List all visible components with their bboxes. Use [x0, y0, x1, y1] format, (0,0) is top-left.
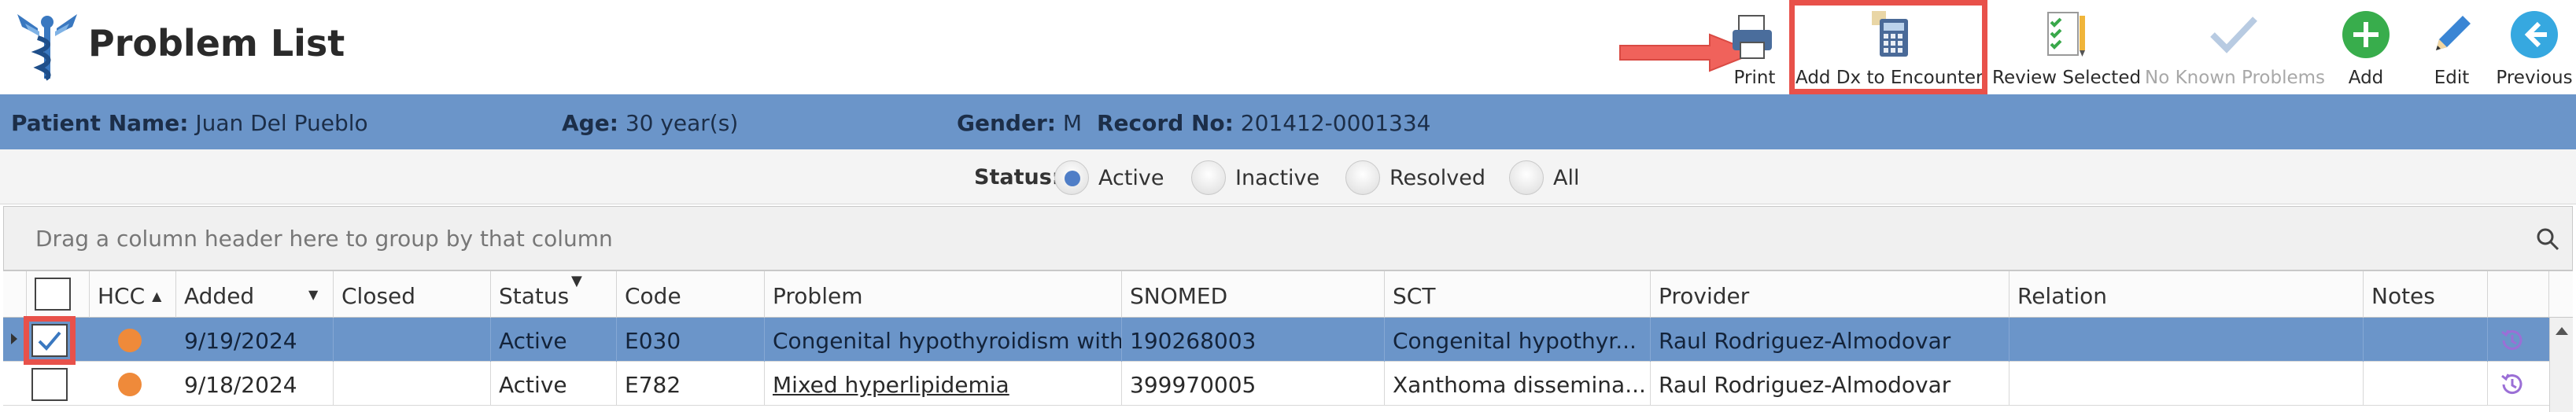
search-icon[interactable] [2534, 226, 2561, 252]
cell-added: 9/19/2024 [176, 318, 334, 362]
patient-name: Patient Name: Juan Del Pueblo [11, 110, 368, 136]
arrow-left-icon [2511, 11, 2558, 58]
select-all-checkbox[interactable] [35, 278, 71, 311]
grid-header: HCC ▲ Added ▼ Closed Status ▼ Code Probl… [3, 270, 2573, 318]
header-problem[interactable]: Problem [765, 271, 1122, 318]
history-icon[interactable] [2499, 371, 2526, 398]
cell-snomed: 190268003 [1122, 318, 1385, 362]
patient-info-bar: Patient Name: Juan Del Pueblo Age: 30 ye… [0, 94, 2576, 149]
print-button[interactable]: Print [1715, 3, 1794, 91]
hcc-indicator-icon [118, 373, 142, 396]
cell-code: E782 [617, 362, 765, 406]
header-code[interactable]: Code [617, 271, 765, 318]
cell-snomed: 399970005 [1122, 362, 1385, 406]
header-notes[interactable]: Notes [2364, 271, 2488, 318]
header-history [2488, 271, 2549, 318]
page-title: Problem List [88, 22, 345, 64]
header-indicator-col [3, 271, 27, 318]
group-by-panel[interactable]: Drag a column header here to group by th… [3, 206, 2573, 270]
plus-icon [2342, 11, 2390, 58]
history-icon[interactable] [2499, 327, 2526, 354]
cell-notes [2364, 362, 2488, 406]
scroll-up-icon[interactable] [2556, 327, 2568, 335]
header-provider[interactable]: Provider [1651, 271, 2010, 318]
cell-notes [2364, 318, 2488, 362]
cell-sct: Congenital hypothyr... [1385, 318, 1651, 362]
vertical-scrollbar[interactable] [2549, 318, 2573, 412]
status-filter-row: Status: Active Inactive Resolved All [0, 149, 2576, 204]
checkmark-icon [2210, 17, 2257, 53]
no-known-problems-button[interactable]: No Known Problems [2145, 3, 2325, 91]
patient-gender: Gender: M [957, 110, 1083, 136]
cell-closed [334, 318, 491, 362]
cell-sct: Xanthoma dissemina... [1385, 362, 1651, 406]
edit-button[interactable]: Edit [2415, 3, 2488, 91]
sort-asc-icon: ▲ [152, 289, 162, 303]
header-status[interactable]: Status ▼ [491, 271, 617, 318]
table-row[interactable]: 9/19/2024 Active E030 Congenital hypothy… [3, 316, 2573, 365]
filter-icon[interactable]: ▼ [571, 273, 582, 289]
patient-age: Age: 30 year(s) [562, 110, 739, 136]
annotation-highlight-box [1789, 0, 1987, 94]
radio-selected-dot [1065, 171, 1080, 186]
cell-status: Active [491, 362, 617, 406]
cell-code: E030 [617, 318, 765, 362]
header-sct[interactable]: SCT [1385, 271, 1651, 318]
header-snomed[interactable]: SNOMED [1122, 271, 1385, 318]
cell-problem[interactable]: Mixed hyperlipidemia [765, 362, 1122, 406]
printer-icon [1733, 15, 1772, 59]
cell-provider: Raul Rodriguez-Almodovar [1651, 318, 2010, 362]
caduceus-logo-icon [17, 14, 77, 81]
status-label: Status: [974, 165, 1061, 189]
checklist-icon [2047, 12, 2085, 57]
annotation-highlight-box [24, 316, 76, 365]
header-hcc[interactable]: HCC ▲ [90, 271, 176, 318]
cell-provider: Raul Rodriguez-Almodovar [1651, 362, 2010, 406]
cell-problem: Congenital hypothyroidism with [765, 318, 1122, 362]
table-row[interactable]: 9/18/2024 Active E782 Mixed hyperlipidem… [3, 362, 2573, 406]
current-row-indicator-icon [11, 333, 17, 344]
add-button[interactable]: Add [2332, 3, 2400, 91]
header-bar: Problem List Print Add Dx to Encounter R… [0, 0, 2576, 94]
row-checkbox[interactable] [31, 368, 68, 401]
dropdown-arrow-icon[interactable]: ▼ [308, 287, 318, 302]
cell-relation [2010, 318, 2364, 362]
cell-relation [2010, 362, 2364, 406]
cell-added: 9/18/2024 [176, 362, 334, 406]
header-relation[interactable]: Relation [2010, 271, 2364, 318]
problem-grid: HCC ▲ Added ▼ Closed Status ▼ Code Probl… [3, 270, 2573, 412]
header-select-all[interactable] [27, 271, 90, 318]
patient-record-no: Record No: 201412-0001334 [1097, 110, 1431, 136]
cell-closed [334, 362, 491, 406]
pencil-icon [2436, 16, 2471, 50]
header-closed[interactable]: Closed [334, 271, 491, 318]
header-added[interactable]: Added ▼ [176, 271, 334, 318]
review-selected-button[interactable]: Review Selected [1992, 3, 2141, 91]
previous-button[interactable]: Previous [2493, 3, 2576, 91]
cell-status: Active [491, 318, 617, 362]
hcc-indicator-icon [118, 329, 142, 352]
